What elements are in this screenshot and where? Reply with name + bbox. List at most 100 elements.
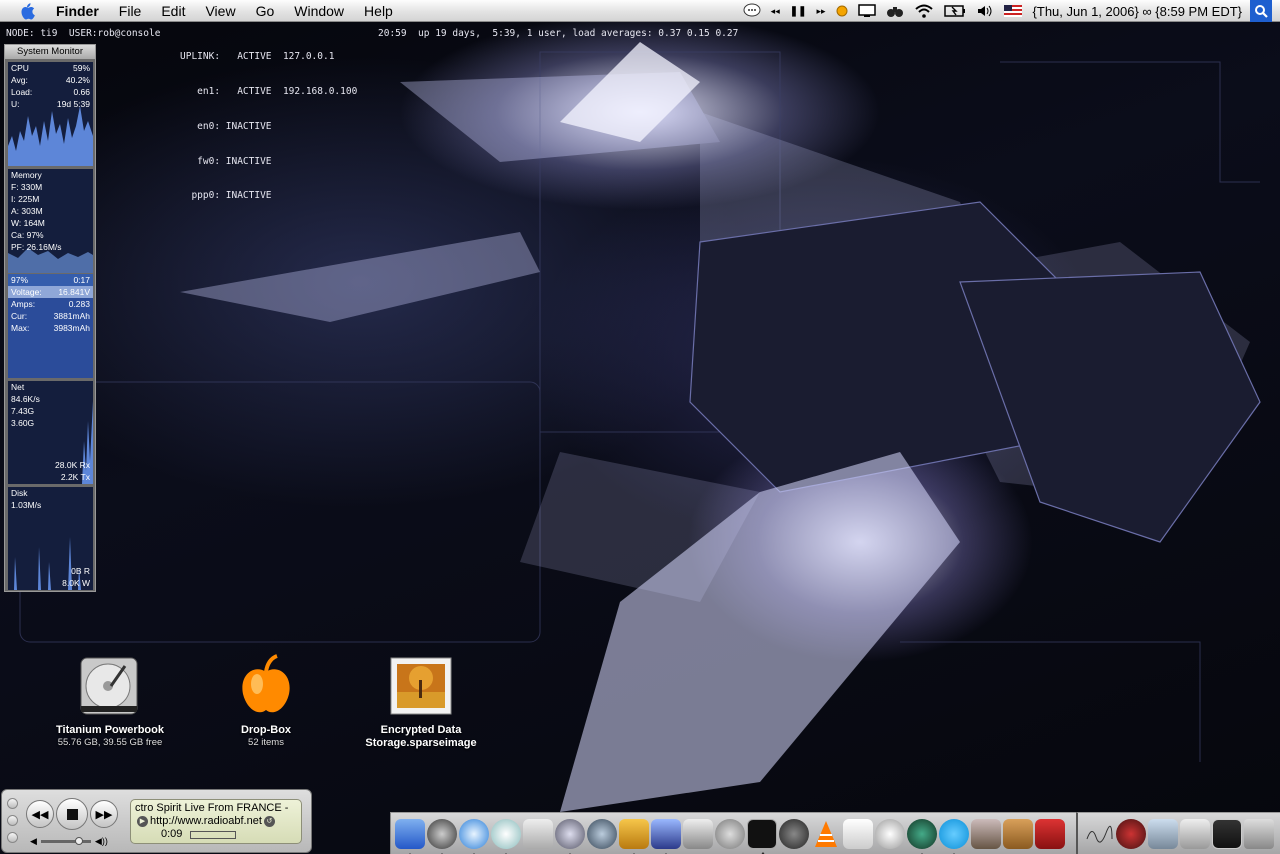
memory-pageouts: PF: 26.16M/s [11,242,62,252]
memory-cache: Ca: 97% [11,230,44,240]
stream-url: http://www.radioabf.net [150,815,262,827]
media-rewind-icon[interactable]: ◂◂ [771,0,780,22]
memory-wired: W: 164M [11,218,45,228]
menu-help[interactable]: Help [354,0,403,22]
close-button[interactable] [7,798,18,809]
time-row: 0:09 [131,828,301,841]
stream-url-row: ▶ http://www.radioabf.net ↺ [131,815,301,828]
volume-high-icon: ◀)) [94,836,108,846]
menu-view[interactable]: View [195,0,245,22]
snapback-icon[interactable]: ↺ [263,816,275,827]
minimize-button[interactable] [7,815,18,826]
documents-dock-icon[interactable] [843,818,873,849]
computer-dock-icon[interactable] [1180,818,1210,849]
laptop-dock-icon[interactable] [1148,818,1178,849]
network-interfaces: UPLINK: ACTIVE 127.0.0.1 en1: ACTIVE 192… [180,28,370,214]
network-globe-dock-icon[interactable] [587,818,617,849]
icon-label: Encrypted Data [380,724,462,736]
menu-window[interactable]: Window [284,0,354,22]
itunes-mini-player[interactable]: ◀◀ ▶▶ ◀ ◀)) ctro Spirit Live From FRANCE… [1,789,312,853]
disk-write: 8.0K W [62,578,90,588]
icon-label: Drop-Box [240,724,292,736]
media-pause-icon[interactable]: ❚❚ [790,0,807,22]
terminal-dock-icon[interactable] [747,818,777,854]
utility-dock-icon[interactable] [971,818,1001,849]
volume-knob[interactable] [75,837,84,845]
drop-box-icon [233,652,299,718]
volume-low-icon: ◀ [30,836,37,846]
icon-sublabel: 52 items [248,737,284,748]
stop-button[interactable] [56,798,88,830]
apple-app-dock-icon[interactable] [523,818,553,849]
system-monitor-title[interactable]: System Monitor [5,45,95,59]
spiral-dock-icon[interactable] [779,818,809,849]
itunes-dock-icon[interactable] [491,818,521,854]
volume-track[interactable] [40,837,91,845]
previous-track-button[interactable]: ◀◀ [26,800,54,828]
volume-slider[interactable]: ◀ ◀)) [30,836,108,847]
menu-extras: ◂◂ ❚❚ ▸▸ {Thu, Jun 1, 2006} ∞ {8:59 PM E… [738,0,1280,22]
disk-read: 0B R [71,566,90,576]
icon-label-line2: Storage.sparseimage [365,737,477,749]
spotlight-search-icon[interactable] [1250,0,1272,22]
disk-rate: 1.03M/s [11,500,42,510]
memory-panel: Memory F: 330M I: 225M A: 303M W: 164M C… [8,169,93,273]
display-dock-icon[interactable] [1212,818,1242,849]
chat-status-icon[interactable] [743,0,761,22]
disk-panel: Disk 1.03M/s 0B R 8.0K W [8,487,93,590]
battery-row: Max: 3983mAh [11,323,90,333]
desktop-icon-sparseimage[interactable]: Encrypted Data Storage.sparseimage [346,652,496,750]
app-menu-finder[interactable]: Finder [46,0,109,22]
cpu-row: U: 19d 5:39 [11,99,90,109]
battery-row: Cur: 3881mAh [11,311,90,321]
display-icon[interactable] [857,0,876,22]
status-dot-icon[interactable] [836,0,848,22]
net-line: en1: ACTIVE 192.168.0.100 [180,85,358,97]
text-editor-dock-icon[interactable] [619,818,649,854]
skype-dock-icon[interactable] [939,818,969,854]
dvd-player-dock-icon[interactable] [875,818,905,849]
adium-dock-icon[interactable] [907,818,937,854]
itunes-lcd-display[interactable]: ctro Spirit Live From FRANCE - ▶ http://… [130,799,302,844]
media-forward-icon[interactable]: ▸▸ [816,0,825,22]
cpu-row: Avg: 40.2% [11,75,90,85]
wifi-icon[interactable] [914,0,934,22]
net-tx: 2.2K Tx [60,472,90,482]
volume-icon[interactable] [976,0,994,22]
camera-dock-icon[interactable] [555,818,585,854]
next-track-button[interactable]: ▶▶ [90,800,118,828]
finder-dock-icon[interactable] [395,818,425,854]
x11-dock-icon[interactable] [683,818,713,849]
signature-dock-icon[interactable] [1084,819,1114,849]
progress-bar[interactable] [190,830,237,839]
forward-icon: ▶▶ [95,808,113,821]
menu-file[interactable]: File [109,0,152,22]
safari-dock-icon[interactable] [459,818,489,854]
fetch-dog-dock-icon[interactable] [1003,818,1033,849]
system-monitor-window[interactable]: System Monitor CPU 59% Avg: 40.2% Load: 0.6… [4,44,96,592]
figure-dock-icon[interactable] [1116,818,1146,849]
icon-sublabel: 55.76 GB, 39.55 GB free [57,737,163,748]
desktop-icon-drop-box[interactable]: Drop-Box 52 items [191,652,341,749]
gimp-dock-icon[interactable] [715,818,745,849]
menubar-clock[interactable]: {Thu, Jun 1, 2006} ∞ {8:59 PM EDT} [1033,4,1242,19]
rewind-icon: ◀◀ [31,808,49,821]
menu-edit[interactable]: Edit [151,0,195,22]
trash-dock-icon[interactable] [1244,818,1274,849]
input-menu-flag-icon[interactable] [1003,0,1022,22]
dictionary-dock-icon[interactable] [1035,818,1065,849]
desktop-icon-hard-drive[interactable]: Titanium Powerbook 55.76 GB, 39.55 GB fr… [35,652,185,749]
battery-icon[interactable] [943,0,966,22]
zoom-button[interactable] [7,832,18,843]
apple-menu-icon[interactable] [16,0,38,22]
dashboard-dock-icon[interactable] [427,818,457,854]
menu-go[interactable]: Go [246,0,285,22]
binoculars-icon[interactable] [886,0,904,22]
vlc-dock-icon[interactable] [811,819,841,849]
left-arrow-icon[interactable]: ▶ [137,816,148,827]
photo-dock-icon[interactable] [651,818,681,854]
icon-label: Titanium Powerbook [56,724,164,736]
net-rate: 84.6K/s [11,394,40,404]
menu-bar: Finder File Edit View Go Window Help ◂◂ … [0,0,1280,22]
cpu-row: Load: 0.66 [11,87,90,97]
